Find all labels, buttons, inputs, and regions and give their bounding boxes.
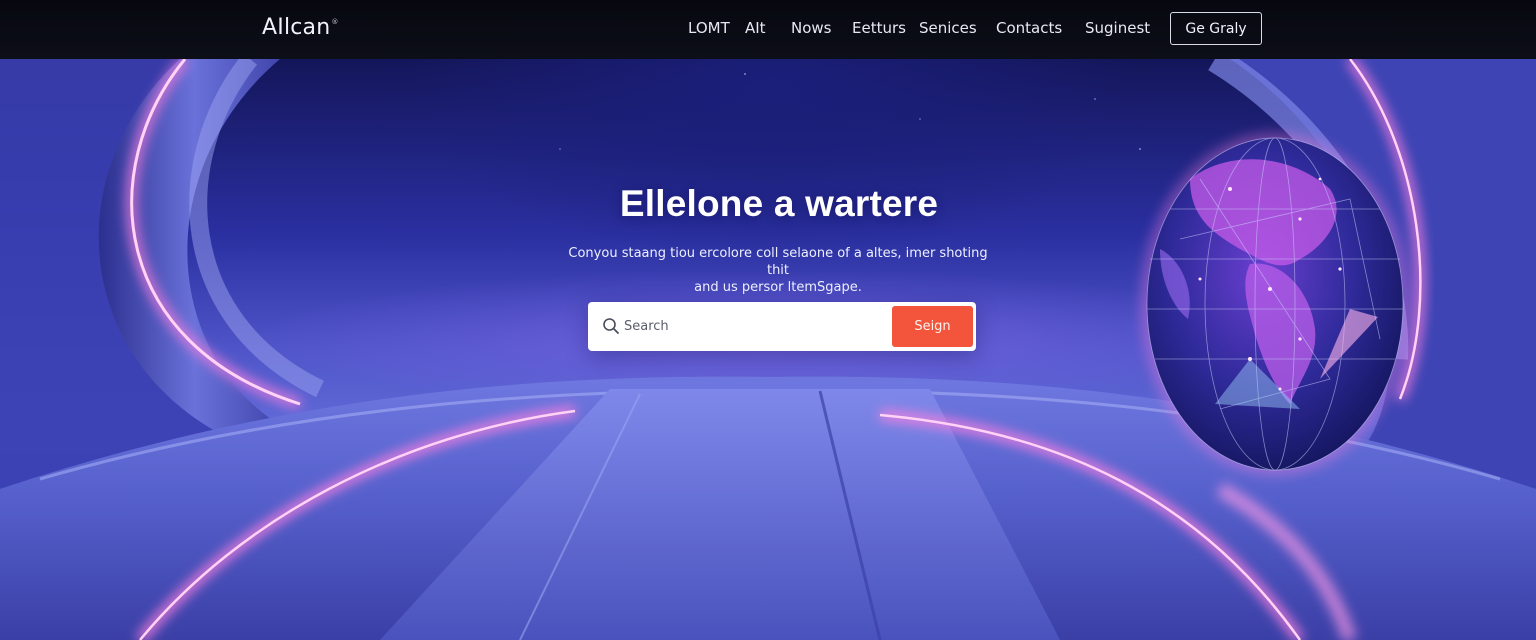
top-navigation-bar: AIlcan® LOMT AIt Nows Eetturs Senices Co… <box>0 0 1536 59</box>
hero-section: Ellelone a wartere Conyou staang tiou er… <box>0 59 1536 640</box>
nav-link-3[interactable]: Nows <box>791 19 831 37</box>
brand-name: AIlcan <box>262 15 331 40</box>
hero-subtitle-line-2: and us persor ltemSgape. <box>694 280 862 295</box>
search-icon <box>603 318 619 334</box>
nav-link-4[interactable]: Eetturs <box>852 19 906 37</box>
brand-logo[interactable]: AIlcan® <box>262 15 339 40</box>
nav-link-5[interactable]: Senices <box>919 19 977 37</box>
search-input[interactable] <box>624 312 884 341</box>
registered-mark: ® <box>331 18 339 26</box>
hero-subtitle: Conyou staang tiou ercolore coll selaone… <box>568 245 988 296</box>
nav-link-contacts[interactable]: Contacts <box>996 19 1062 37</box>
nav-link-7[interactable]: Suginest <box>1085 19 1150 37</box>
search-submit-button[interactable]: Seign <box>892 306 973 347</box>
hero-subtitle-line-1: Conyou staang tiou ercolore coll selaone… <box>568 246 988 278</box>
cta-button[interactable]: Ge Graly <box>1170 12 1262 45</box>
nav-link-2[interactable]: AIt <box>745 19 766 37</box>
search-bar: Seign <box>588 302 976 351</box>
nav-link-1[interactable]: LOMT <box>688 19 730 37</box>
hero-headline: Ellelone a wartere <box>619 183 939 224</box>
